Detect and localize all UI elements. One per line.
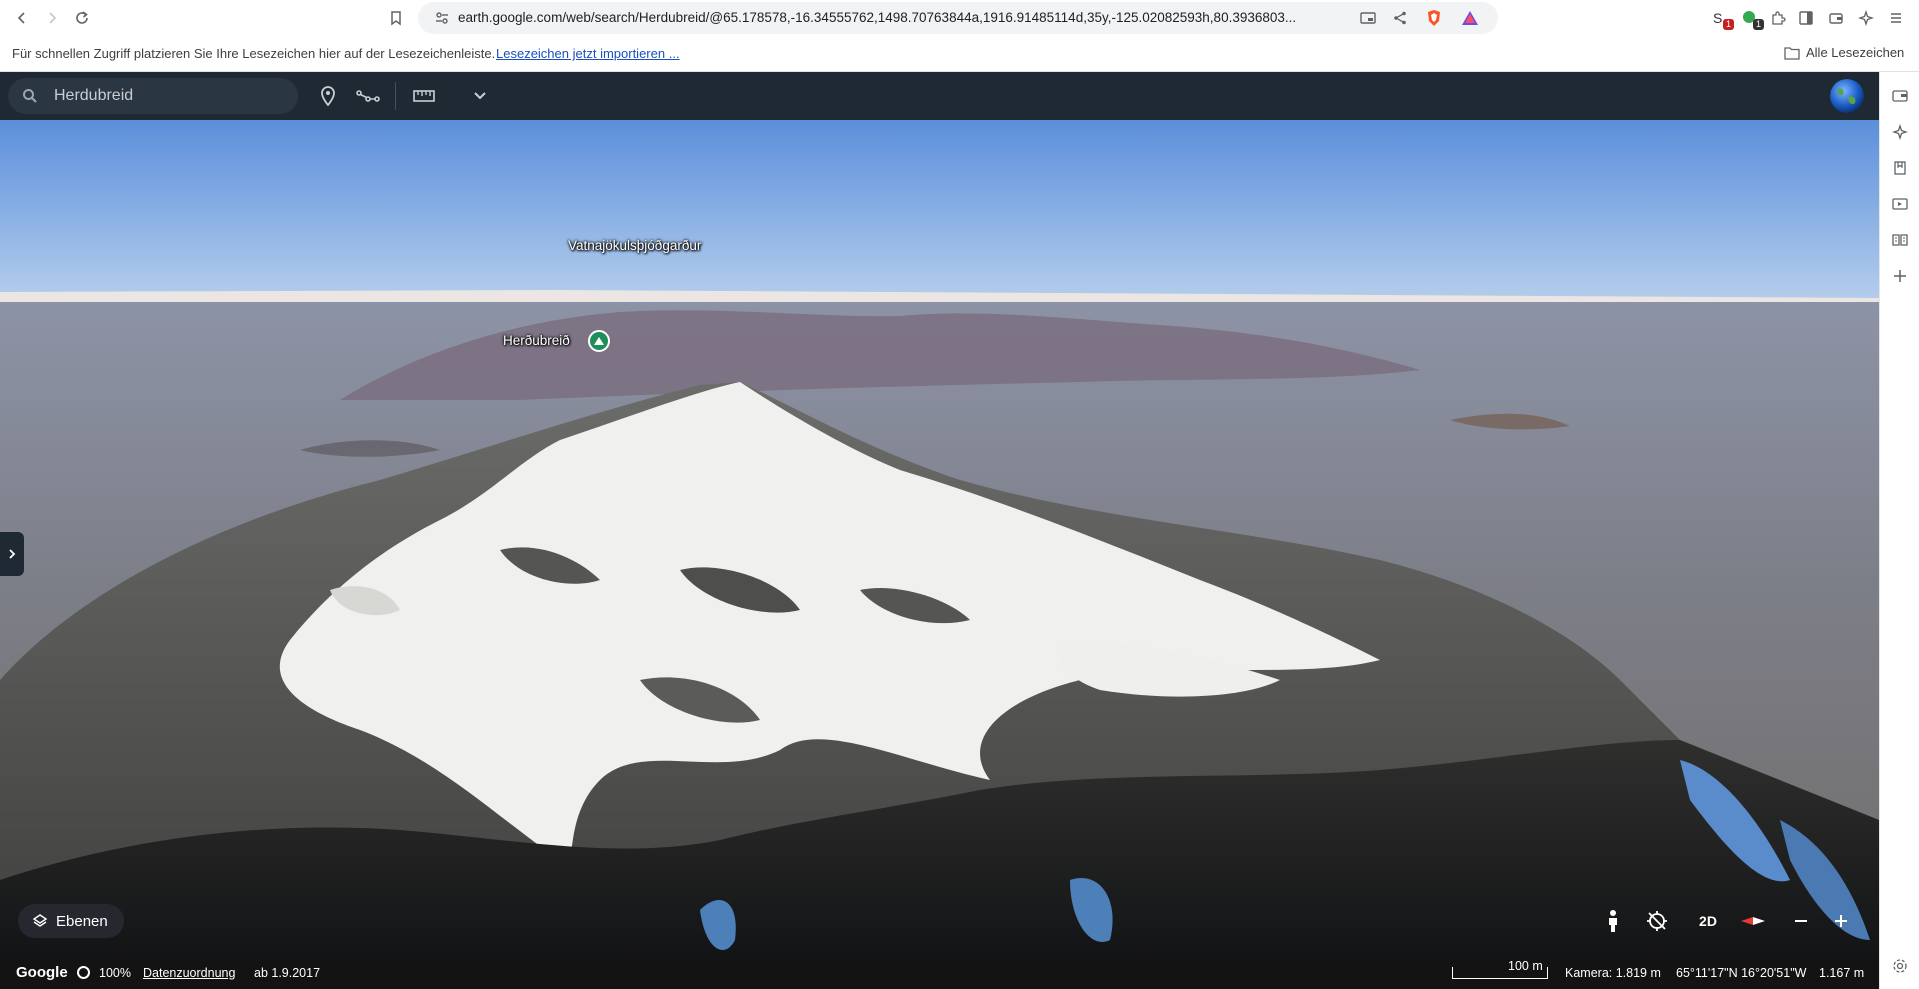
loading-percent: 100%: [99, 966, 131, 980]
add-panel-icon[interactable]: [1888, 264, 1912, 288]
cast-icon[interactable]: [1356, 6, 1380, 30]
extension-badge: 1: [1752, 19, 1764, 30]
ground-elevation: 1.167 m: [1819, 966, 1865, 980]
svg-text:S: S: [1713, 10, 1722, 26]
globe-icon[interactable]: [1830, 79, 1864, 113]
layers-button[interactable]: Ebenen: [18, 904, 124, 938]
pegman-icon[interactable]: [1596, 904, 1630, 938]
extension-badge: 1: [1722, 19, 1734, 30]
earth-app: Vatnajökulsþjóðgarður Herðubreið Ebenen …: [0, 72, 1879, 989]
compass-icon[interactable]: [1640, 904, 1674, 938]
import-bookmarks-link[interactable]: Lesezeichen jetzt importieren ...: [496, 46, 680, 61]
leo-ai-icon[interactable]: [1888, 120, 1912, 144]
scale-label: 100 m: [1508, 959, 1543, 973]
place-label-park[interactable]: Vatnajökulsþjóðgarður: [568, 238, 701, 253]
google-logo: Google: [16, 964, 68, 981]
ruler-icon[interactable]: [412, 84, 436, 108]
bookmarks-hint: Für schnellen Zugriff platzieren Sie Ihr…: [12, 46, 496, 61]
brave-shield-icon[interactable]: [1422, 6, 1446, 30]
mountain-pin-icon[interactable]: [588, 330, 610, 352]
bookmark-icon[interactable]: [384, 6, 408, 30]
arrow-right-icon[interactable]: [40, 6, 64, 30]
extension-icon-2[interactable]: 1: [1738, 6, 1764, 30]
plus-icon[interactable]: [1824, 904, 1858, 938]
sidebar-icon[interactable]: [1794, 6, 1818, 30]
earth-3d-view[interactable]: [0, 120, 1879, 989]
settings-gear-icon[interactable]: [1888, 954, 1912, 978]
place-label-mountain[interactable]: Herðubreið: [503, 333, 570, 348]
browser-toolbar: earth.google.com/web/search/Herdubreid/@…: [0, 0, 1919, 36]
minus-icon[interactable]: [1784, 904, 1818, 938]
all-bookmarks-button[interactable]: Alle Lesezeichen: [1784, 45, 1904, 60]
puzzle-icon[interactable]: [1766, 6, 1790, 30]
expand-drawer-button[interactable]: [0, 532, 24, 576]
address-bar[interactable]: earth.google.com/web/search/Herdubreid/@…: [418, 2, 1498, 34]
playlist-icon[interactable]: [1888, 192, 1912, 216]
reload-icon[interactable]: [70, 6, 94, 30]
extension-icon-1[interactable]: S 1: [1708, 6, 1734, 30]
camera-altitude: Kamera: 1.819 m: [1565, 966, 1661, 980]
wallet-icon[interactable]: [1888, 84, 1912, 108]
imagery-date: ab 1.9.2017: [254, 966, 321, 980]
toggle-2d-button[interactable]: 2D: [1688, 904, 1728, 938]
north-arrow-icon[interactable]: [1736, 904, 1770, 938]
coordinates: 65°11'17"N 16°20'51"W: [1676, 966, 1807, 980]
data-attribution-link[interactable]: Datenzuordnung: [143, 966, 235, 980]
bookmarks-bar: Für schnellen Zugriff platzieren Sie Ihr…: [0, 36, 1919, 72]
folder-icon: [1784, 46, 1800, 60]
earth-status-bar: Google 100% Datenzuordnung ab 1.9.2017 1…: [0, 957, 1879, 989]
search-box[interactable]: [8, 78, 298, 114]
leo-ai-icon[interactable]: [1854, 6, 1878, 30]
chevron-down-icon[interactable]: [468, 84, 492, 108]
bookmarks-panel-icon[interactable]: [1888, 156, 1912, 180]
header-divider: [395, 82, 396, 110]
search-icon[interactable]: [22, 88, 38, 109]
url-text[interactable]: earth.google.com/web/search/Herdubreid/@…: [458, 10, 1296, 25]
search-input[interactable]: [54, 86, 284, 106]
browser-side-panel: [1879, 72, 1919, 989]
path-icon[interactable]: [356, 84, 380, 108]
layers-icon: [32, 914, 48, 927]
menu-icon[interactable]: [1884, 6, 1908, 30]
brave-rewards-icon[interactable]: [1458, 6, 1482, 30]
share-icon[interactable]: [1388, 6, 1412, 30]
wallet-icon[interactable]: [1824, 6, 1848, 30]
earth-header: [0, 72, 1879, 120]
arrow-left-icon[interactable]: [10, 6, 34, 30]
map-pin-icon[interactable]: [316, 84, 340, 108]
all-bookmarks-label: Alle Lesezeichen: [1806, 45, 1905, 60]
loading-ring-icon: [77, 966, 90, 979]
site-settings-icon[interactable]: [430, 6, 454, 30]
chevron-right-icon: [9, 549, 16, 559]
layers-label: Ebenen: [56, 912, 108, 930]
reading-list-icon[interactable]: [1888, 228, 1912, 252]
